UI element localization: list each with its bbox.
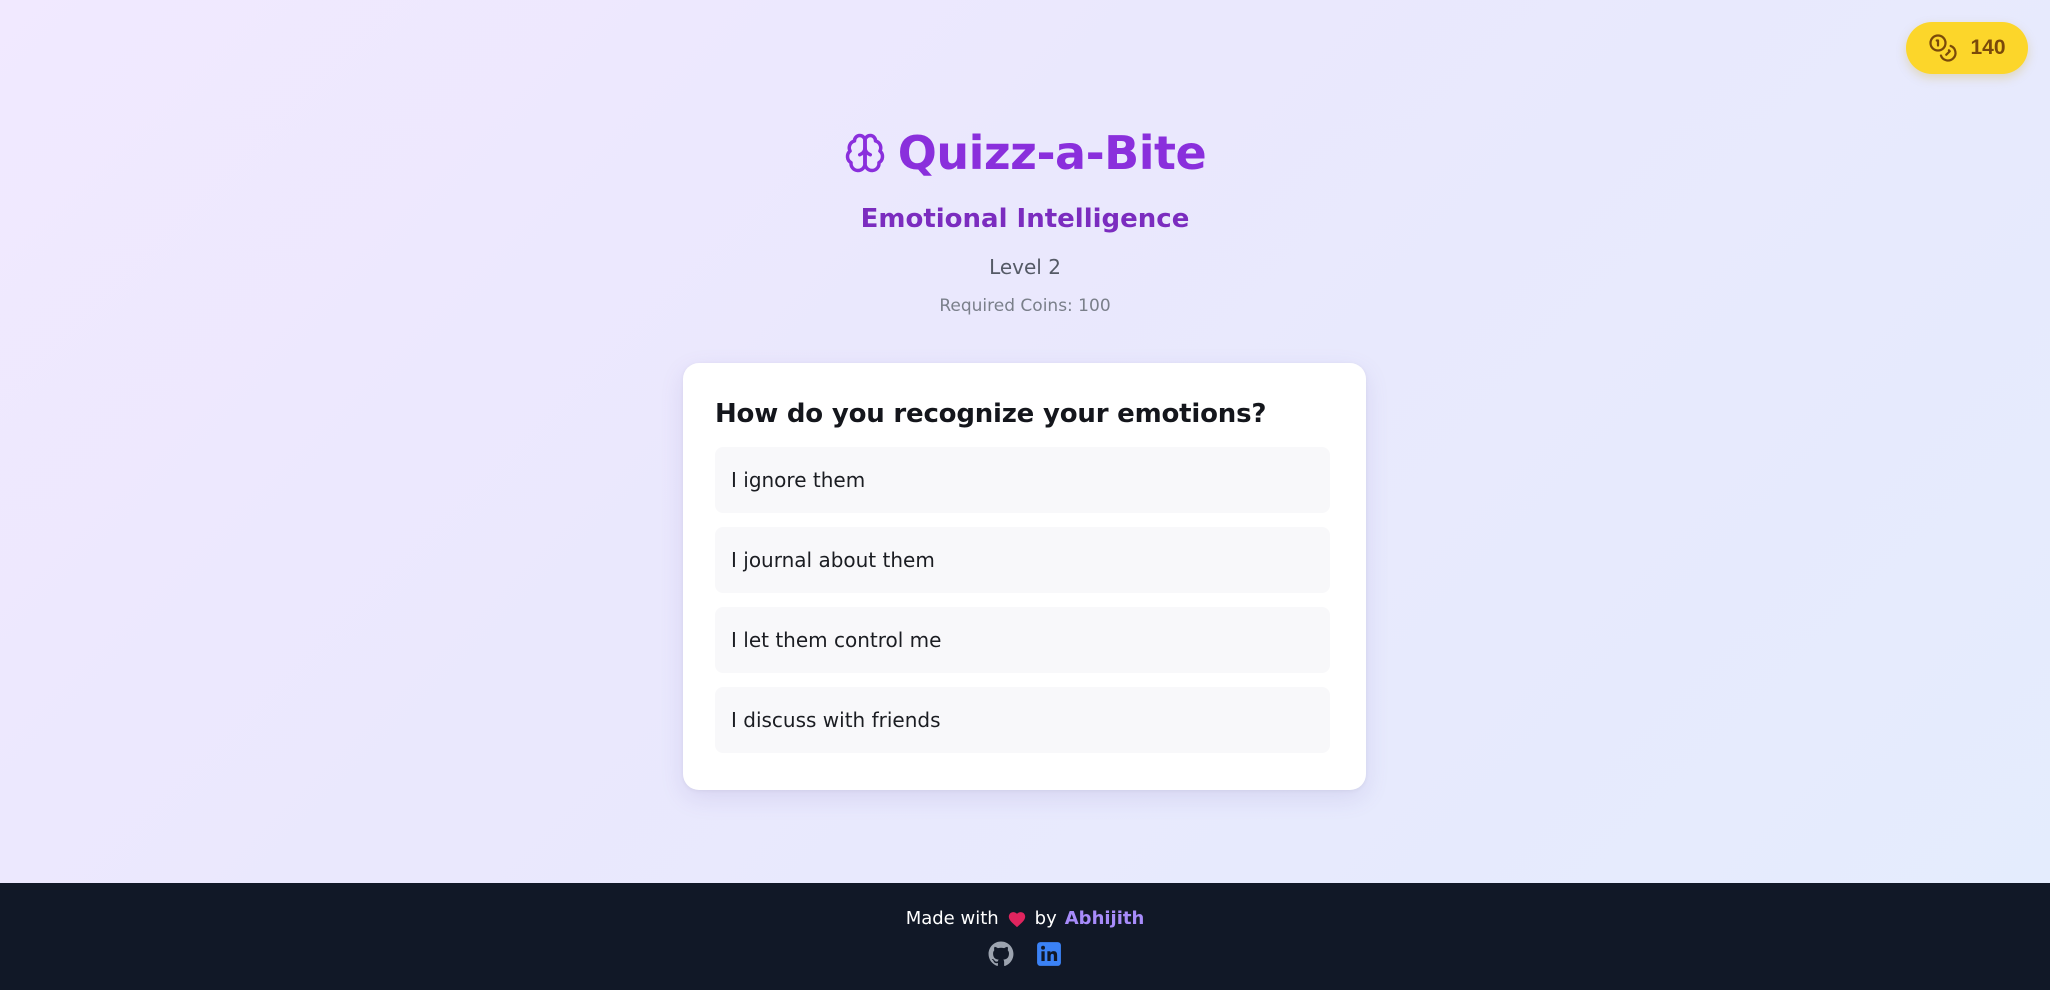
answer-options: I ignore them I journal about them I let… — [715, 447, 1330, 753]
brain-icon — [844, 132, 886, 174]
footer: Made with by Abhijith — [0, 883, 2050, 990]
app-header: Quizz-a-Bite — [0, 126, 2050, 180]
github-link[interactable] — [988, 941, 1014, 967]
coins-icon — [1928, 33, 1958, 63]
author-link[interactable]: Abhijith — [1065, 908, 1145, 929]
required-coins-label: Required Coins: 100 — [939, 296, 1111, 316]
linkedin-icon — [1036, 941, 1062, 967]
made-with-text: Made with — [905, 908, 999, 929]
footer-credit: Made with by Abhijith — [0, 908, 2050, 929]
category-title: Emotional Intelligence — [860, 204, 1190, 234]
coin-balance-badge: 140 — [1906, 22, 2028, 74]
level-label: Level 2 — [989, 255, 1061, 279]
linkedin-link[interactable] — [1036, 941, 1062, 967]
answer-option[interactable]: I ignore them — [715, 447, 1330, 513]
github-icon — [988, 941, 1014, 967]
app-title: Quizz-a-Bite — [897, 126, 1207, 180]
answer-option[interactable]: I discuss with friends — [715, 687, 1330, 753]
main-area: 140 Quizz-a-Bite Emotional Intelligence … — [0, 0, 2050, 883]
social-links — [0, 941, 2050, 967]
answer-option[interactable]: I let them control me — [715, 607, 1330, 673]
heart-icon — [1007, 910, 1027, 928]
answer-option[interactable]: I journal about them — [715, 527, 1330, 593]
question-text: How do you recognize your emotions? — [715, 399, 1267, 429]
by-text: by — [1034, 908, 1057, 929]
coin-count: 140 — [1970, 36, 2006, 59]
quiz-card: How do you recognize your emotions? I ig… — [683, 363, 1366, 790]
